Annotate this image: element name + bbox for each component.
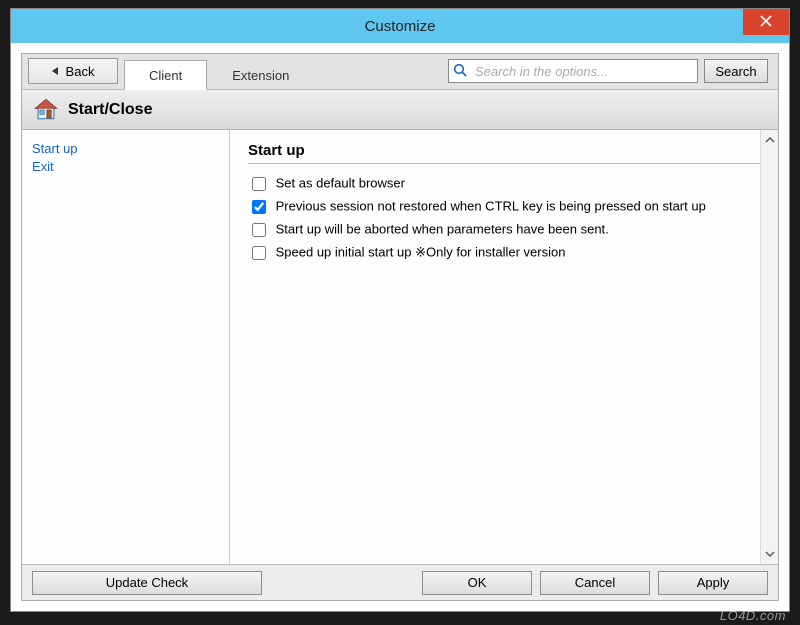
chevron-down-icon [763, 546, 777, 562]
vertical-scrollbar[interactable] [760, 130, 778, 564]
cancel-button[interactable]: Cancel [540, 571, 650, 595]
tab-strip: Client Extension [124, 54, 314, 89]
checkbox-default-browser[interactable] [252, 177, 266, 191]
tab-extension[interactable]: Extension [207, 60, 314, 90]
sidebar-item-startup[interactable]: Start up [32, 141, 219, 156]
update-check-button[interactable]: Update Check [32, 571, 262, 595]
search-icon [452, 62, 468, 81]
option-default-browser[interactable]: Set as default browser [248, 174, 760, 194]
apply-button[interactable]: Apply [658, 571, 768, 595]
option-label: Previous session not restored when CTRL … [276, 198, 706, 213]
panel-heading: Start up [248, 142, 760, 159]
option-label: Set as default browser [276, 175, 405, 190]
footer: Update Check OK Cancel Apply [22, 564, 778, 600]
body-row: Start up Exit Start up Set as default br… [22, 130, 778, 564]
panel-divider [248, 163, 760, 164]
option-speed-startup[interactable]: Speed up initial start up ※Only for inst… [248, 243, 760, 263]
window-frame: Customize Back Client Extension [10, 8, 790, 612]
sidebar: Start up Exit [22, 130, 230, 564]
content-panel: Start up Set as default browser Previous… [230, 130, 778, 564]
back-label: Back [66, 64, 95, 79]
window-title: Customize [11, 18, 789, 35]
home-icon [32, 96, 60, 124]
option-prev-session[interactable]: Previous session not restored when CTRL … [248, 197, 760, 217]
sidebar-item-exit[interactable]: Exit [32, 159, 219, 174]
tab-label: Extension [232, 68, 289, 83]
chevron-up-icon [763, 132, 777, 148]
back-arrow-icon [52, 67, 58, 75]
tab-client[interactable]: Client [124, 60, 207, 90]
search-input[interactable] [448, 59, 698, 83]
option-label: Speed up initial start up ※Only for inst… [276, 244, 566, 259]
checkbox-prev-session[interactable] [252, 200, 266, 214]
back-button[interactable]: Back [28, 58, 118, 84]
search-area: Search [448, 59, 768, 83]
checkbox-abort-params[interactable] [252, 223, 266, 237]
titlebar: Customize [11, 9, 789, 43]
tab-label: Client [149, 68, 182, 83]
toolbar: Back Client Extension Search [22, 54, 778, 90]
checkbox-speed-startup[interactable] [252, 246, 266, 260]
dialog-body: Back Client Extension Search [21, 53, 779, 601]
section-title: Start/Close [68, 101, 152, 119]
option-label: Start up will be aborted when parameters… [276, 221, 609, 236]
option-abort-params[interactable]: Start up will be aborted when parameters… [248, 220, 760, 240]
search-button[interactable]: Search [704, 59, 768, 83]
close-button[interactable] [743, 9, 789, 35]
close-icon [760, 15, 772, 30]
section-header: Start/Close [22, 90, 778, 130]
ok-button[interactable]: OK [422, 571, 532, 595]
